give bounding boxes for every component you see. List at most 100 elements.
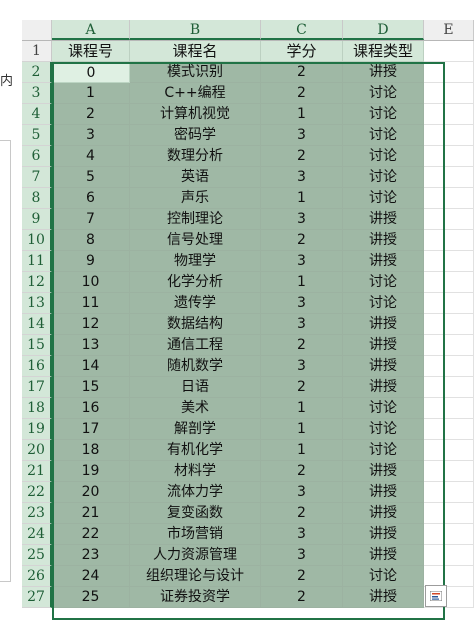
quick-analysis-button[interactable] — [425, 585, 447, 607]
empty-cell[interactable] — [424, 41, 474, 62]
empty-cell[interactable] — [424, 188, 474, 209]
data-cell[interactable]: 3 — [261, 167, 343, 188]
data-cell[interactable]: 讲授 — [343, 482, 424, 503]
data-cell[interactable]: 2 — [261, 587, 343, 608]
data-cell[interactable]: 25 — [52, 587, 130, 608]
data-cell[interactable]: 流体力学 — [130, 482, 261, 503]
data-cell[interactable]: 数理分析 — [130, 146, 261, 167]
data-cell[interactable]: 3 — [261, 209, 343, 230]
data-cell[interactable]: 3 — [261, 482, 343, 503]
empty-cell[interactable] — [424, 125, 474, 146]
column-header-d[interactable]: D — [343, 20, 424, 40]
data-cell[interactable]: 22 — [52, 524, 130, 545]
column-header-c[interactable]: C — [261, 20, 343, 40]
row-header[interactable]: 13 — [22, 293, 52, 314]
data-cell[interactable]: 美术 — [130, 398, 261, 419]
data-cell[interactable]: 2 — [52, 104, 130, 125]
data-cell[interactable]: 讲授 — [343, 230, 424, 251]
row-header[interactable]: 10 — [22, 230, 52, 251]
data-cell[interactable]: 讨论 — [343, 566, 424, 587]
empty-cell[interactable] — [424, 251, 474, 272]
row-header[interactable]: 1 — [22, 41, 52, 62]
row-header[interactable]: 21 — [22, 461, 52, 482]
column-header-e[interactable]: E — [424, 20, 474, 40]
data-cell[interactable]: 控制理论 — [130, 209, 261, 230]
empty-cell[interactable] — [424, 566, 474, 587]
data-cell[interactable]: 3 — [261, 524, 343, 545]
spreadsheet[interactable]: A B C D E 1 2 3 4 5 6 7 8 9 10 11 12 13 14 15 16 17 18 19 2… — [22, 0, 474, 620]
data-cell[interactable]: 声乐 — [130, 188, 261, 209]
data-cell[interactable]: 9 — [52, 251, 130, 272]
empty-cell[interactable] — [424, 440, 474, 461]
data-cell[interactable]: 讲授 — [343, 377, 424, 398]
data-cell[interactable]: 6 — [52, 188, 130, 209]
data-cell[interactable]: 讲授 — [343, 503, 424, 524]
data-cell[interactable]: 1 — [261, 104, 343, 125]
data-cell[interactable]: 21 — [52, 503, 130, 524]
data-cell[interactable]: 讨论 — [343, 146, 424, 167]
data-cell[interactable]: 5 — [52, 167, 130, 188]
data-cell[interactable]: 2 — [261, 230, 343, 251]
data-cell[interactable]: 8 — [52, 230, 130, 251]
row-header[interactable]: 20 — [22, 440, 52, 461]
data-cell[interactable]: 14 — [52, 356, 130, 377]
data-cell[interactable]: 讨论 — [343, 125, 424, 146]
empty-cell[interactable] — [424, 503, 474, 524]
data-cell[interactable]: 化学分析 — [130, 272, 261, 293]
row-header[interactable]: 8 — [22, 188, 52, 209]
empty-cell[interactable] — [424, 83, 474, 104]
empty-cell[interactable] — [424, 167, 474, 188]
data-cell[interactable]: 人力资源管理 — [130, 545, 261, 566]
data-cell[interactable]: 讨论 — [343, 188, 424, 209]
data-cell[interactable]: 随机数学 — [130, 356, 261, 377]
data-cell[interactable]: 7 — [52, 209, 130, 230]
empty-cell[interactable] — [424, 545, 474, 566]
data-cell[interactable]: 19 — [52, 461, 130, 482]
data-cell[interactable]: 1 — [261, 440, 343, 461]
empty-cell[interactable] — [424, 482, 474, 503]
data-cell[interactable]: 3 — [261, 251, 343, 272]
row-header[interactable]: 5 — [22, 125, 52, 146]
data-cell[interactable]: 讲授 — [343, 314, 424, 335]
data-cell[interactable]: 有机化学 — [130, 440, 261, 461]
empty-cell[interactable] — [424, 461, 474, 482]
data-cell[interactable]: 讲授 — [343, 524, 424, 545]
data-cell[interactable]: 讨论 — [343, 83, 424, 104]
row-header[interactable]: 25 — [22, 545, 52, 566]
data-cell[interactable]: 3 — [261, 125, 343, 146]
data-cell[interactable]: 讲授 — [343, 335, 424, 356]
data-cell[interactable]: 信号处理 — [130, 230, 261, 251]
data-cell[interactable]: 1 — [261, 419, 343, 440]
header-cell[interactable]: 课程类型 — [343, 41, 424, 62]
empty-cell[interactable] — [424, 62, 474, 83]
data-cell[interactable]: 23 — [52, 545, 130, 566]
row-header[interactable]: 16 — [22, 356, 52, 377]
data-cell[interactable]: 讨论 — [343, 440, 424, 461]
empty-cell[interactable] — [424, 314, 474, 335]
data-cell[interactable]: 1 — [261, 272, 343, 293]
data-cell[interactable]: 3 — [52, 125, 130, 146]
data-cell[interactable]: 20 — [52, 482, 130, 503]
data-cell[interactable]: 组织理论与设计 — [130, 566, 261, 587]
data-cell[interactable]: 13 — [52, 335, 130, 356]
data-cell[interactable]: 讲授 — [343, 62, 424, 83]
empty-cell[interactable] — [424, 272, 474, 293]
data-cell[interactable]: 通信工程 — [130, 335, 261, 356]
data-cell[interactable]: 复变函数 — [130, 503, 261, 524]
empty-cell[interactable] — [424, 146, 474, 167]
data-cell[interactable]: 密码学 — [130, 125, 261, 146]
data-cell[interactable]: 15 — [52, 377, 130, 398]
data-cell[interactable]: 英语 — [130, 167, 261, 188]
row-header[interactable]: 27 — [22, 587, 52, 608]
data-cell[interactable]: 讲授 — [343, 251, 424, 272]
row-header[interactable]: 11 — [22, 251, 52, 272]
data-cell[interactable]: 讲授 — [343, 461, 424, 482]
data-cell[interactable]: 讨论 — [343, 272, 424, 293]
data-cell[interactable]: 3 — [261, 293, 343, 314]
row-header[interactable]: 19 — [22, 419, 52, 440]
cell-grid[interactable]: 课程号 课程名 学分 课程类型 0 模式识别 2 讲授 1 C++编程 2 讨论 2 计算机视觉 1 讨论 3 密… — [52, 41, 474, 608]
data-cell[interactable]: 2 — [261, 503, 343, 524]
data-cell[interactable]: 2 — [261, 335, 343, 356]
data-cell[interactable]: 2 — [261, 377, 343, 398]
row-header[interactable]: 9 — [22, 209, 52, 230]
